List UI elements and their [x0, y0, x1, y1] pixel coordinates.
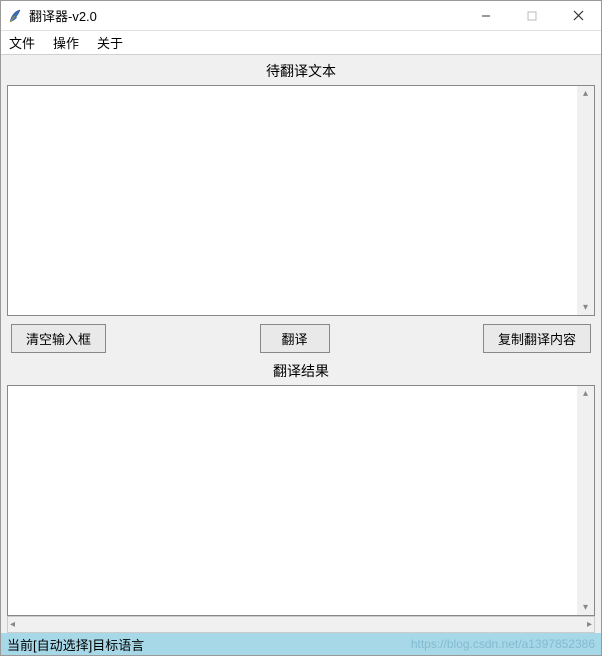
result-textarea-wrap: ▴ ▾ [7, 385, 595, 616]
menu-file[interactable]: 文件 [7, 31, 37, 54]
status-text: 当前[自动选择]目标语言 [7, 635, 144, 654]
scroll-down-icon: ▾ [583, 302, 588, 313]
result-vertical-scrollbar[interactable]: ▴ ▾ [577, 386, 594, 615]
scroll-right-icon: ▸ [587, 619, 592, 630]
menu-action[interactable]: 操作 [51, 31, 81, 54]
horizontal-scrollbar[interactable]: ◂ ▸ [7, 616, 595, 633]
titlebar: 翻译器-v2.0 [1, 1, 601, 31]
source-vertical-scrollbar[interactable]: ▴ ▾ [577, 86, 594, 315]
minimize-button[interactable] [463, 1, 509, 30]
app-feather-icon [7, 8, 23, 24]
clear-input-button[interactable]: 清空输入框 [11, 324, 106, 353]
scroll-left-icon: ◂ [10, 619, 15, 630]
scroll-down-icon: ▾ [583, 602, 588, 613]
close-button[interactable] [555, 1, 601, 30]
menubar: 文件 操作 关于 [1, 31, 601, 55]
window-title: 翻译器-v2.0 [29, 6, 463, 25]
watermark-text: https://blog.csdn.net/a1397852386 [411, 637, 595, 651]
source-heading: 待翻译文本 [7, 59, 595, 85]
menu-about[interactable]: 关于 [95, 31, 125, 54]
source-textarea[interactable] [8, 86, 577, 315]
copy-result-button[interactable]: 复制翻译内容 [483, 324, 591, 353]
button-row: 清空输入框 翻译 复制翻译内容 [7, 316, 595, 359]
source-textarea-wrap: ▴ ▾ [7, 85, 595, 316]
window-controls [463, 1, 601, 30]
app-window: 翻译器-v2.0 文件 操作 关于 待翻译文本 ▴ ▾ 清空 [0, 0, 602, 656]
maximize-button[interactable] [509, 1, 555, 30]
statusbar: 当前[自动选择]目标语言 https://blog.csdn.net/a1397… [1, 633, 601, 655]
content-area: 待翻译文本 ▴ ▾ 清空输入框 翻译 复制翻译内容 翻译结果 ▴ ▾ ◂ ▸ [1, 55, 601, 633]
result-heading: 翻译结果 [7, 359, 595, 385]
scroll-up-icon: ▴ [583, 88, 588, 99]
result-textarea[interactable] [8, 386, 577, 615]
translate-button[interactable]: 翻译 [260, 324, 330, 353]
scroll-up-icon: ▴ [583, 388, 588, 399]
